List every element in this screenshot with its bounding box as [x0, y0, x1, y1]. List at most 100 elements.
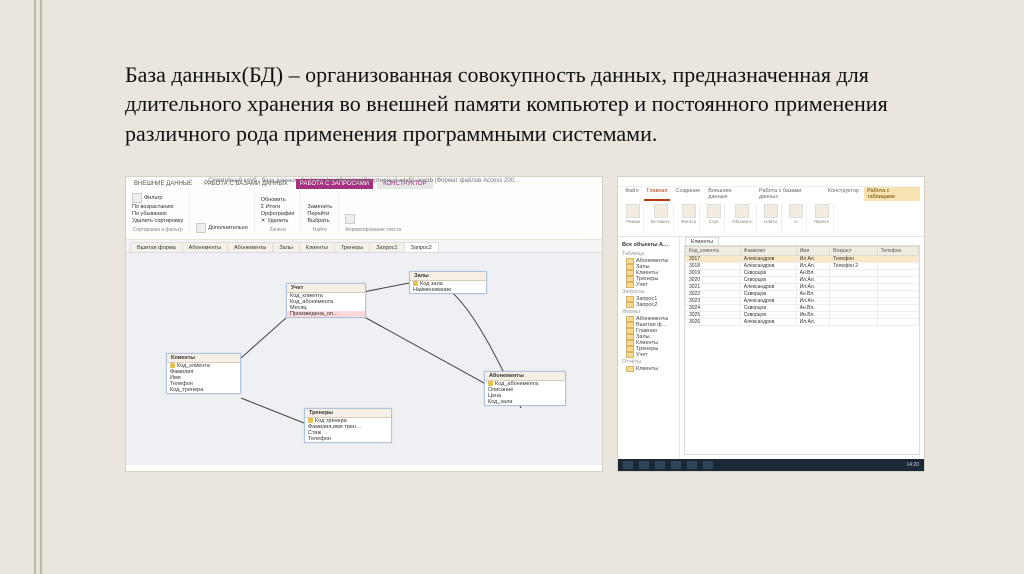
mini-context-tab[interactable]: Работа с таблицами	[864, 187, 920, 201]
sort-clear[interactable]: Удалить сортировку	[132, 218, 183, 224]
cell[interactable]: 3018	[686, 262, 741, 269]
table-row[interactable]: 3025СкворцовИв.Вл.	[686, 311, 919, 318]
table-row[interactable]: 3018АлександровИл.Ал.Телефон 2	[686, 262, 919, 269]
cell[interactable]: 3026	[686, 318, 741, 325]
designer-tab[interactable]: Абонементы	[182, 242, 228, 252]
cell[interactable]: 3023	[686, 297, 741, 304]
cell[interactable]	[877, 255, 918, 262]
cell[interactable]: Ил.Ал.	[796, 283, 830, 290]
bold-button[interactable]	[345, 214, 401, 224]
taskbar-item[interactable]	[703, 461, 713, 469]
column-header[interactable]: Возраст	[830, 246, 878, 255]
mini-ribbon-tab[interactable]: Главная	[644, 187, 671, 201]
data-grid[interactable]: Код_клиентаФамилияИмяВозрастТелефон 3017…	[685, 246, 919, 326]
cell[interactable]	[877, 297, 918, 304]
cell[interactable]: Александров	[740, 262, 796, 269]
nav-group-label[interactable]: Формы	[622, 308, 675, 316]
cell[interactable]: Александров	[740, 283, 796, 290]
table-klienty[interactable]: Клиенты Код_клиента Фамилия Имя Телефон …	[166, 353, 241, 394]
cell[interactable]: Ил.Ал.	[796, 318, 830, 325]
cell[interactable]: Александров	[740, 318, 796, 325]
designer-tab[interactable]: Абонементы	[227, 242, 273, 252]
filter-button[interactable]: Фильтр	[132, 193, 183, 203]
cell[interactable]	[877, 318, 918, 325]
cell[interactable]	[830, 311, 878, 318]
nav-group-label[interactable]: Таблицы	[622, 250, 675, 258]
nav-group-label[interactable]: Запросы	[622, 288, 675, 296]
mini-ribbon-button[interactable]: Режим	[623, 204, 644, 233]
cell[interactable]: Александров	[740, 255, 796, 262]
cell[interactable]: Скворцов	[740, 290, 796, 297]
spelling[interactable]: Орфография	[261, 211, 295, 217]
ribbon-context-tab[interactable]: КОНСТРУКТОР	[377, 179, 432, 189]
taskbar-item[interactable]	[639, 461, 649, 469]
column-header[interactable]: Фамилия	[740, 246, 796, 255]
cell[interactable]: 3017	[686, 255, 741, 262]
goto[interactable]: Перейти	[307, 211, 332, 217]
mini-ribbon-button[interactable]: Сорт.	[704, 204, 725, 233]
table-row[interactable]: 3019СкворцовАн.Вл.	[686, 269, 919, 276]
ribbon-tab[interactable]: РАБОТА С БАЗАМИ ДАННЫХ	[200, 179, 292, 189]
cell[interactable]: Ан.Вл.	[796, 290, 830, 297]
cell[interactable]	[877, 304, 918, 311]
table-row[interactable]: 3023АлександровИл.Ал.	[686, 297, 919, 304]
designer-tab[interactable]: Клиенты	[299, 242, 335, 252]
cell[interactable]	[877, 283, 918, 290]
taskbar-item[interactable]	[623, 461, 633, 469]
table-uchet[interactable]: Учет Код_клиента Код_абонемента Месяц Пр…	[286, 283, 366, 318]
cell[interactable]: Ил.Ал.	[796, 255, 830, 262]
sort-asc[interactable]: По возрастанию	[132, 204, 183, 210]
refresh[interactable]: Обновить	[261, 197, 295, 203]
designer-tab[interactable]: Тренеры	[334, 242, 370, 252]
ribbon-tab[interactable]: ВНЕШНИЕ ДАННЫЕ	[130, 179, 196, 189]
designer-tab[interactable]: Запрос1	[369, 242, 404, 252]
cell[interactable]: 3021	[686, 283, 741, 290]
mini-ribbon-button[interactable]: А	[786, 204, 807, 233]
taskbar-item[interactable]	[655, 461, 665, 469]
cell[interactable]: 3025	[686, 311, 741, 318]
extra-button[interactable]: Дополнительно	[196, 223, 248, 233]
mini-ribbon-tab[interactable]: Работа с базами данных	[756, 187, 823, 201]
datasheet[interactable]: Код_клиентаФамилияИмяВозрастТелефон 3017…	[684, 245, 920, 455]
table-zaly[interactable]: Залы Код зала Наименование	[409, 271, 487, 294]
mini-ribbon-button[interactable]: Найти	[761, 204, 782, 233]
cell[interactable]: Ив.Вл.	[796, 311, 830, 318]
designer-tab[interactable]: Залы	[272, 242, 300, 252]
cell[interactable]: 3022	[686, 290, 741, 297]
totals[interactable]: Σ Итоги	[261, 204, 295, 210]
select[interactable]: Выбрать	[307, 218, 332, 224]
designer-tab[interactable]: Вшитая форма	[130, 242, 183, 252]
mini-ribbon-tab[interactable]: Конструктор	[825, 187, 862, 201]
column-header[interactable]: Имя	[796, 246, 830, 255]
table-row[interactable]: 3021АлександровИл.Ал.	[686, 283, 919, 290]
cell[interactable]: Ан.Вл.	[796, 304, 830, 311]
delete[interactable]: ✕ Удалить	[261, 218, 295, 224]
mini-ribbon-button[interactable]: Обновить	[729, 204, 756, 233]
cell[interactable]: 3019	[686, 269, 741, 276]
cell[interactable]: 3024	[686, 304, 741, 311]
designer-canvas[interactable]: Залы Код зала Наименование Учет Код_клие…	[126, 253, 602, 465]
cell[interactable]: Ил.Ал.	[796, 262, 830, 269]
cell[interactable]: Скворцов	[740, 304, 796, 311]
table-row[interactable]: 3026АлександровИл.Ал.	[686, 318, 919, 325]
mini-ribbon-tab[interactable]: Файл	[622, 187, 642, 201]
cell[interactable]: Ил.Ал.	[796, 276, 830, 283]
cell[interactable]: Скворцов	[740, 311, 796, 318]
cell[interactable]	[877, 311, 918, 318]
cell[interactable]	[877, 276, 918, 283]
taskbar-item[interactable]	[671, 461, 681, 469]
column-header[interactable]: Код_клиента	[686, 246, 741, 255]
windows-taskbar[interactable]: 14:20	[618, 459, 924, 471]
taskbar-item[interactable]	[687, 461, 697, 469]
cell[interactable]	[830, 304, 878, 311]
cell[interactable]	[877, 269, 918, 276]
cell[interactable]: Телефон	[830, 255, 878, 262]
replace[interactable]: Заменить	[307, 204, 332, 210]
mini-ribbon-button[interactable]: Фильтр	[678, 204, 700, 233]
open-object-tab[interactable]: Клиенты	[680, 237, 924, 245]
cell[interactable]	[830, 269, 878, 276]
nav-object[interactable]: Клиенты	[622, 366, 675, 372]
table-row[interactable]: 3022СкворцовАн.Вл.	[686, 290, 919, 297]
mini-ribbon-button[interactable]: Вставить	[648, 204, 674, 233]
cell[interactable]	[830, 318, 878, 325]
